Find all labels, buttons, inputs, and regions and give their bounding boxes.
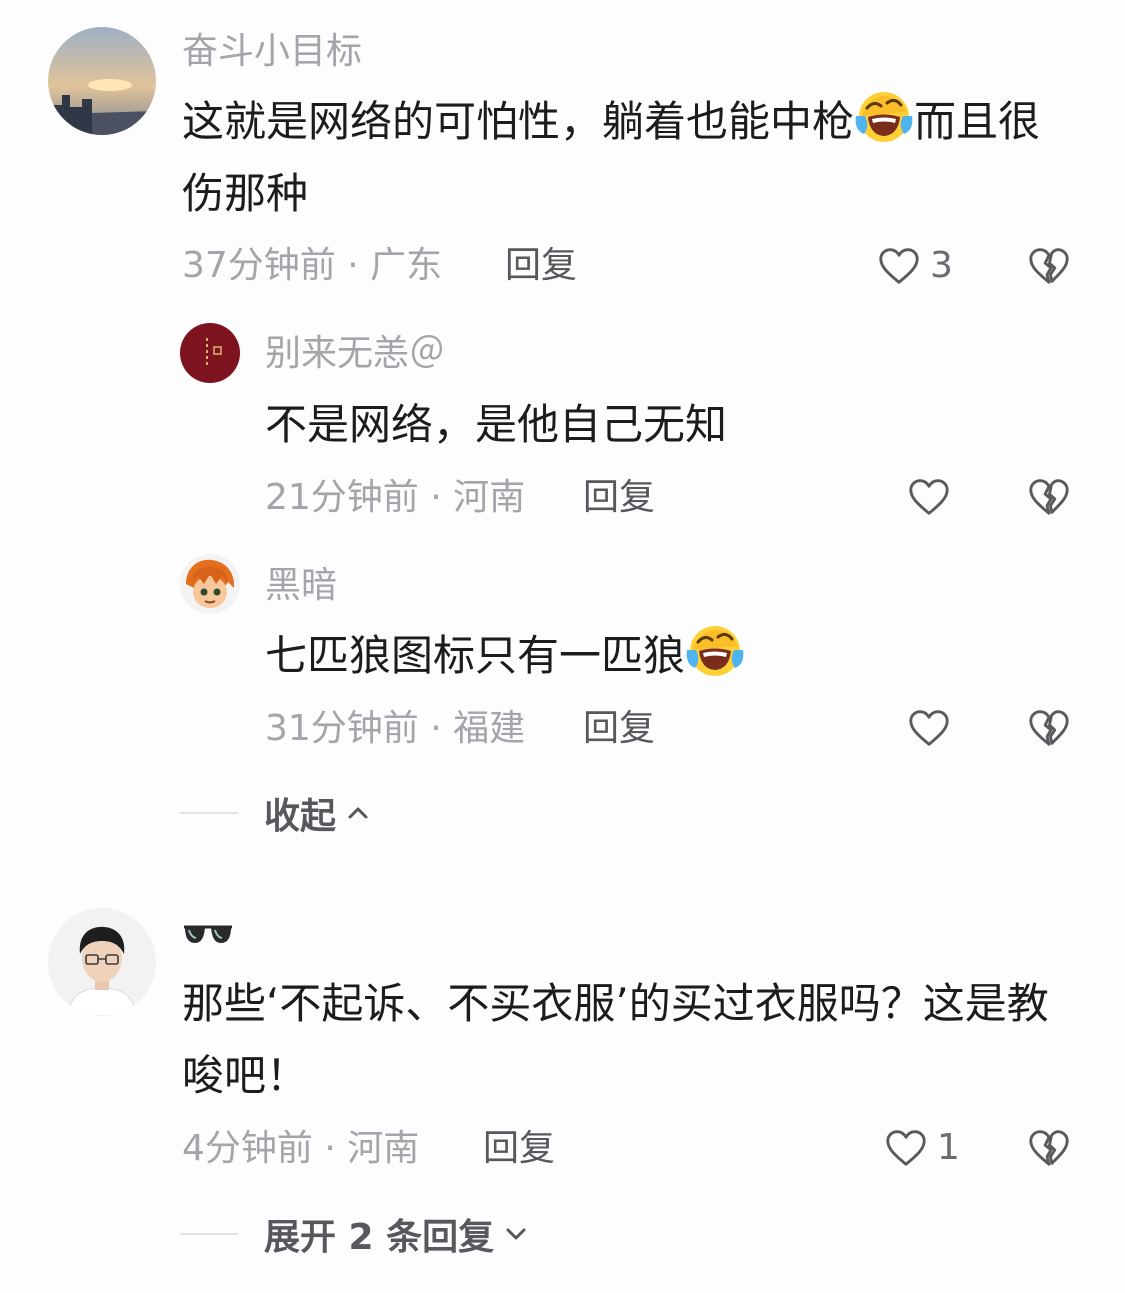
chevron-up-icon (348, 807, 368, 819)
expand-replies-button[interactable]: 展开 2 条回复 (180, 1208, 530, 1260)
broken-heart-icon (1029, 710, 1069, 746)
expand-label: 展开 2 条回复 (264, 1217, 495, 1258)
reply-text: 不是网络，是他自己无知 (265, 400, 728, 449)
like-count: 3 (930, 245, 953, 286)
dislike-button[interactable] (1026, 705, 1072, 751)
broken-heart-icon (1029, 1130, 1069, 1166)
avatar[interactable] (48, 27, 156, 135)
reply-meta: 31分钟前 · 福建 (265, 708, 526, 749)
heart-icon (879, 248, 919, 284)
dislike-button[interactable] (1026, 474, 1072, 520)
comment-text: 那些‘不起诉、不买衣服’的买过衣服吗？这是教唆吧！ (182, 979, 1049, 1100)
laughing-crying-emoji-icon (685, 620, 745, 680)
reply-text: 七匹狼图标只有一匹狼 (265, 620, 1045, 692)
reply-meta: 21分钟前 · 河南 (265, 477, 526, 518)
comment-text: 这就是网络的可怕性，躺着也能中枪 而且很伤那种 (182, 86, 1062, 230)
reply-username[interactable]: 黑暗 (265, 564, 337, 607)
heart-icon (909, 710, 949, 746)
like-button[interactable]: 1 (883, 1125, 960, 1171)
reply-button[interactable]: 回复 (483, 1127, 555, 1170)
like-button[interactable] (906, 474, 952, 520)
broken-heart-icon (1029, 248, 1069, 284)
chevron-down-icon (506, 1228, 526, 1240)
comment-text-part: 这就是网络的可怕性，躺着也能中枪 (182, 97, 855, 146)
dislike-button[interactable] (1026, 243, 1072, 289)
collapse-label: 收起 (264, 796, 337, 837)
heart-icon (909, 479, 949, 515)
avatar[interactable] (180, 323, 240, 383)
comment-meta: 4分钟前 · 河南 (182, 1128, 420, 1169)
avatar[interactable] (48, 908, 156, 1016)
comment-username[interactable]: 🕶 (182, 915, 234, 955)
reply-button[interactable]: 回复 (583, 707, 655, 750)
like-button[interactable]: 3 (876, 243, 953, 289)
like-count: 1 (937, 1127, 960, 1168)
broken-heart-icon (1029, 479, 1069, 515)
sunglasses-emoji-icon (184, 925, 232, 943)
heart-icon (886, 1130, 926, 1166)
laughing-crying-emoji-icon (854, 86, 914, 146)
comment-username[interactable]: 奋斗小目标 (182, 30, 362, 73)
divider (180, 1233, 238, 1235)
reply-text-part: 七匹狼图标只有一匹狼 (265, 631, 686, 680)
divider (180, 812, 238, 814)
reply-button[interactable]: 回复 (583, 476, 655, 519)
collapse-replies-button[interactable]: 收起 (180, 787, 372, 839)
reply-button[interactable]: 回复 (505, 244, 577, 287)
avatar[interactable] (180, 554, 240, 614)
comment-meta: 37分钟前 · 广东 (182, 245, 443, 286)
dislike-button[interactable] (1026, 1125, 1072, 1171)
like-button[interactable] (906, 705, 952, 751)
reply-username[interactable]: 别来无恙＠ (265, 332, 445, 375)
